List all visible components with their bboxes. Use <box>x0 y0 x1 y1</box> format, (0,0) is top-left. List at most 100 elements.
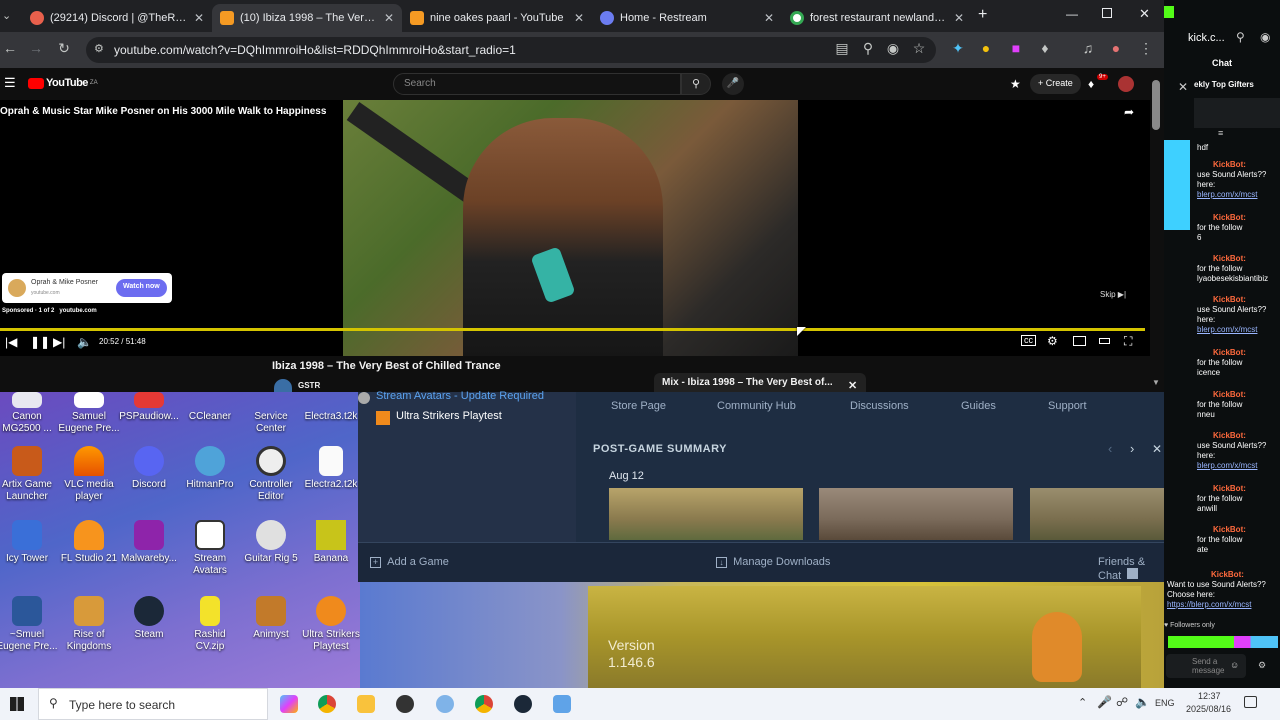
add-game-button[interactable]: + Add a Game <box>370 556 449 568</box>
desktop-icon-ccleaner[interactable]: CCleaner <box>179 392 241 423</box>
desktop-icon-controller-editor[interactable]: Controller Editor <box>240 446 302 503</box>
theater-mode-icon[interactable] <box>1099 338 1110 344</box>
desktop-icon-rashid-cv[interactable]: Rashid CV.zip <box>179 596 241 653</box>
desktop-icon-samuel-doc[interactable]: Samuel Eugene Pre... <box>58 392 120 435</box>
clock-date[interactable]: 2025/08/16 <box>1186 704 1231 714</box>
extension-2-icon[interactable]: ● <box>976 40 996 56</box>
chrome-profile-icon[interactable] <box>475 695 493 713</box>
desktop-icon-malwarebytes[interactable]: Malwareby... <box>118 520 180 565</box>
obs-icon[interactable] <box>396 695 414 713</box>
tab-nine-oakes[interactable]: nine oakes paarl - YouTube ✕ <box>402 4 592 32</box>
taskbar-search-input[interactable]: ⚲ Type here to search <box>38 688 268 720</box>
extension-3-icon[interactable]: ■ <box>1006 40 1026 56</box>
desktop-icon-electra2[interactable]: Electra2.t2k <box>300 446 362 491</box>
volume-icon[interactable]: 🔈 <box>77 335 92 349</box>
notifications-bell-icon[interactable]: ♦ <box>1088 77 1094 91</box>
tab-forest-restaurant[interactable]: forest restaurant newlands - Go ✕ <box>782 4 972 32</box>
emoji-icon[interactable]: ☺ <box>1230 660 1239 670</box>
watch-now-button[interactable]: Watch now <box>116 279 167 297</box>
carousel-next-icon[interactable]: › <box>1130 441 1134 456</box>
screenshot-thumbnail[interactable] <box>609 488 803 540</box>
desktop-icon-canon[interactable]: Canon MG2500 ... <box>0 392 58 435</box>
reload-icon[interactable]: ↻ <box>54 40 74 57</box>
desktop-icon-word-doc[interactable]: ~Smuel Eugene Pre... <box>0 596 58 653</box>
nav-community-hub[interactable]: Community Hub <box>717 400 796 412</box>
new-tab-button[interactable]: + <box>978 6 987 24</box>
share-arrow-icon[interactable]: ➦ <box>1124 105 1134 119</box>
extension-1-icon[interactable]: ✦ <box>948 40 968 57</box>
search-icon[interactable]: ⚲ <box>1236 30 1245 44</box>
close-window-icon[interactable]: ✕ <box>1139 6 1150 22</box>
carousel-prev-icon[interactable]: ‹ <box>1108 441 1112 456</box>
youtube-search-input[interactable]: Search <box>393 73 681 95</box>
language-indicator[interactable]: ENG <box>1155 698 1175 708</box>
close-summary-icon[interactable]: ✕ <box>1152 442 1162 456</box>
nav-guides[interactable]: Guides <box>961 400 996 412</box>
extensions-puzzle-icon[interactable]: ♦ <box>1035 40 1055 56</box>
previous-icon[interactable]: |◀ <box>5 335 17 349</box>
settings-gear-icon[interactable]: ⚙ <box>1047 334 1058 348</box>
profile-avatar-icon[interactable]: ● <box>1106 40 1126 56</box>
scroll-down-arrow-icon[interactable]: ▼ <box>1152 378 1160 387</box>
library-item-stream-avatars[interactable]: Stream Avatars - Update Required <box>358 390 544 404</box>
network-icon[interactable]: ☍ <box>1116 695 1128 709</box>
eye-off-icon[interactable]: ◉ <box>1260 30 1270 44</box>
copilot-icon[interactable] <box>280 695 298 713</box>
miniplayer-icon[interactable] <box>1073 336 1086 346</box>
desktop-icon-electra3[interactable]: Electra3.t2k <box>300 392 362 423</box>
cast-icon[interactable]: ★ <box>1010 77 1021 91</box>
tab-search-chevron-icon[interactable]: ⌄ <box>2 9 11 22</box>
close-tab-icon[interactable]: ✕ <box>384 11 394 25</box>
youtube-logo[interactable]: YouTube ZA <box>28 77 98 89</box>
kick-url[interactable]: kick.c... <box>1188 32 1225 44</box>
desktop-icon-animyst[interactable]: Animyst <box>240 596 302 641</box>
desktop-icon-steam[interactable]: Steam <box>118 596 180 641</box>
windows-start-icon[interactable] <box>10 697 24 711</box>
page-scrollbar-thumb[interactable] <box>1152 80 1160 130</box>
desktop-icon-pspaudio[interactable]: PSPaudiow... <box>118 392 180 423</box>
desktop-icon-artix[interactable]: Artix Game Launcher <box>0 446 58 503</box>
desktop-icon-icy-tower[interactable]: Icy Tower <box>0 520 58 565</box>
channel-name[interactable]: GSTR <box>298 381 320 390</box>
close-tab-icon[interactable]: ✕ <box>764 11 774 25</box>
chat-settings-icon[interactable]: ⚙ <box>1258 660 1266 671</box>
volume-icon[interactable]: 🔈 <box>1135 695 1150 709</box>
desktop-icon-rise-of-kingdoms[interactable]: Rise of Kingdoms <box>58 596 120 653</box>
game-taskbar-icon[interactable] <box>553 695 571 713</box>
next-icon[interactable]: ▶| <box>53 335 65 349</box>
desktop-icon-hitmanpro[interactable]: HitmanPro <box>179 446 241 491</box>
microphone-icon[interactable]: 🎤 <box>1097 695 1112 709</box>
search-icon[interactable]: ⚲ <box>681 73 711 95</box>
close-tab-icon[interactable]: ✕ <box>194 11 204 25</box>
install-app-icon[interactable]: ▤ <box>832 40 852 57</box>
hidden-icons-chevron-icon[interactable]: ⌃ <box>1078 696 1087 709</box>
desktop-icon-fl-studio[interactable]: FL Studio 21 <box>58 520 120 565</box>
tab-discord[interactable]: (29214) Discord | @TheReal ✕ <box>22 4 212 32</box>
create-button[interactable]: + Create <box>1030 74 1081 94</box>
snipping-tool-icon[interactable] <box>436 695 454 713</box>
captions-icon[interactable]: cc <box>1021 335 1036 346</box>
close-tab-icon[interactable]: ✕ <box>954 11 964 25</box>
nav-store-page[interactable]: Store Page <box>611 400 666 412</box>
back-arrow-icon[interactable]: ← <box>0 40 20 56</box>
site-info-icon[interactable]: ⚙ <box>94 42 104 55</box>
address-bar[interactable]: ⚙ youtube.com/watch?v=DQhImmroiHo&list=R… <box>86 37 936 63</box>
nav-support[interactable]: Support <box>1048 400 1087 412</box>
pause-icon[interactable]: ❚❚ <box>30 335 50 349</box>
media-controls-icon[interactable]: ♫ <box>1078 40 1098 56</box>
maximize-window-icon[interactable] <box>1102 8 1112 18</box>
screenshot-thumbnail[interactable] <box>1030 488 1171 540</box>
steam-taskbar-icon[interactable] <box>514 695 532 713</box>
minimize-window-icon[interactable]: — <box>1066 7 1078 21</box>
notifications-icon[interactable] <box>1244 696 1257 708</box>
desktop-icon-guitar-rig[interactable]: Guitar Rig 5 <box>240 520 302 565</box>
desktop-icon-banana[interactable]: Banana <box>300 520 362 565</box>
close-tab-icon[interactable]: ✕ <box>574 11 584 25</box>
close-mix-icon[interactable]: ✕ <box>848 379 857 392</box>
chrome-icon[interactable] <box>318 695 336 713</box>
manage-downloads-button[interactable]: ↓ Manage Downloads <box>716 556 830 568</box>
voice-search-mic-icon[interactable]: 🎤 <box>722 73 744 95</box>
hamburger-menu-icon[interactable]: ☰ <box>4 75 16 91</box>
collapse-icon[interactable]: ≡ <box>1218 128 1223 138</box>
bookmark-star-icon[interactable]: ☆ <box>909 40 929 57</box>
